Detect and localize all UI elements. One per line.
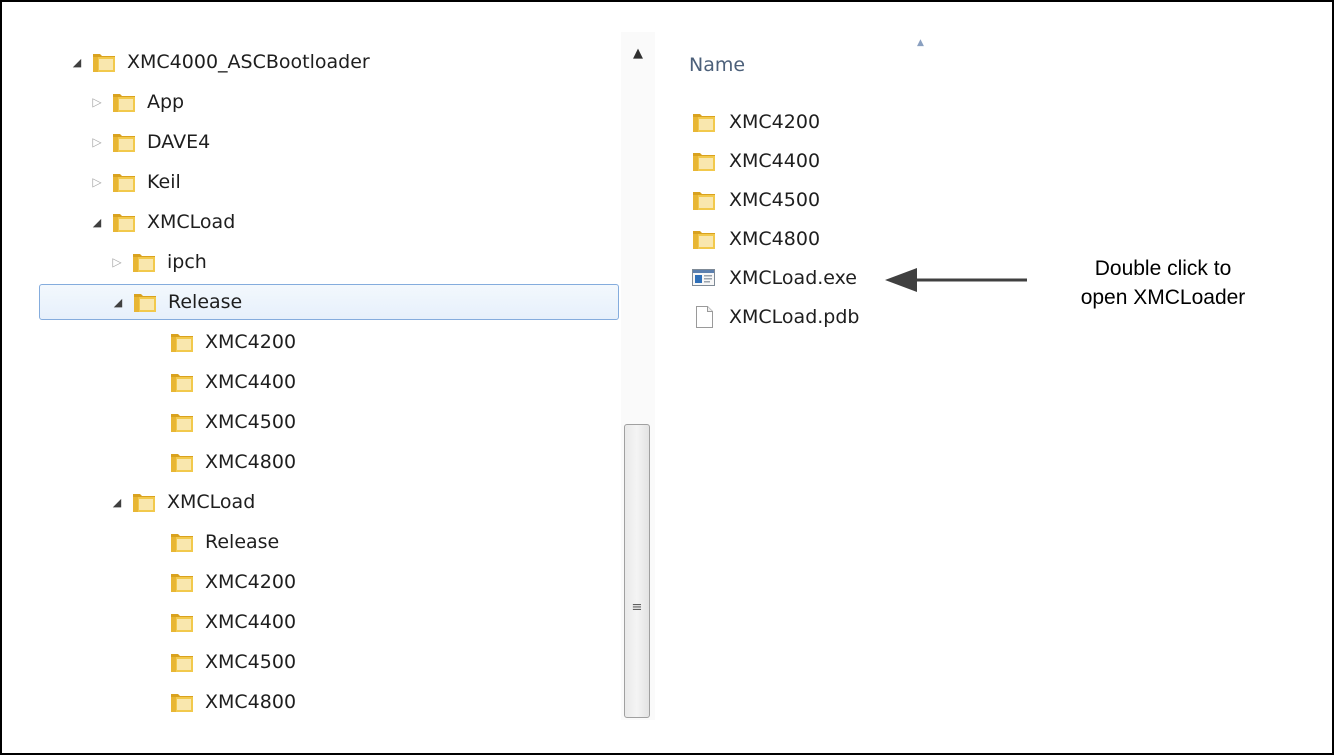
tree-item-label: XMCLoad <box>167 491 256 513</box>
tree-item-label: XMC4400 <box>205 371 297 393</box>
expanded-triangle-icon[interactable]: ◢ <box>111 496 123 509</box>
folder-icon <box>131 490 157 514</box>
tree-item-label: Release <box>205 531 280 553</box>
file-list-item-label: XMCLoad.pdb <box>729 306 860 328</box>
folder-icon <box>169 530 195 554</box>
folder-icon <box>691 227 717 251</box>
tree-item[interactable]: XMC4200 <box>39 564 619 600</box>
file-list-item[interactable]: XMC4500 <box>691 182 820 218</box>
folder-icon <box>691 149 717 173</box>
scrollbar-thumb[interactable]: ≡ <box>624 424 650 718</box>
folder-icon <box>169 330 195 354</box>
file-list-item[interactable]: XMC4200 <box>691 104 820 140</box>
navigation-scrollbar[interactable]: ▲ ≡ <box>621 32 655 720</box>
tree-item[interactable]: XMC4400 <box>39 604 619 640</box>
tree-item-label: XMC4500 <box>205 651 297 673</box>
file-list-item-label: XMC4800 <box>729 228 821 250</box>
tree-item[interactable]: XMC4800 <box>39 684 619 720</box>
annotation-callout: Double click to open XMCLoader <box>1035 254 1291 312</box>
folder-icon <box>111 170 137 194</box>
tree-item[interactable]: ▷ Keil <box>39 164 619 200</box>
tree-item[interactable]: ◢ Release <box>39 284 619 320</box>
tree-item-label: Keil <box>147 171 181 193</box>
tree-item-label: Release <box>168 291 243 313</box>
folder-icon <box>169 690 195 714</box>
tree-item-label: ipch <box>167 251 207 273</box>
file-list-item[interactable]: XMC4400 <box>691 143 820 179</box>
tree-item-label: XMC4800 <box>205 691 297 713</box>
tree-item[interactable]: ▷ DAVE4 <box>39 124 619 160</box>
tree-item[interactable]: ◢ XMC4000_ASCBootloader <box>39 44 619 80</box>
tree-item-label: XMC4200 <box>205 571 297 593</box>
folder-icon <box>691 188 717 212</box>
tree-item-label: XMC4200 <box>205 331 297 353</box>
sort-ascending-icon: ▲ <box>917 38 924 48</box>
tree-item-label: App <box>147 91 185 113</box>
folder-icon <box>169 570 195 594</box>
tree-item[interactable]: XMC4400 <box>39 364 619 400</box>
tree-item[interactable]: ◢ XMCLoad <box>39 484 619 520</box>
annotation-line-1: Double click to <box>1094 257 1232 280</box>
tree-item-label: XMC4500 <box>205 411 297 433</box>
scrollbar-grip-icon: ≡ <box>631 600 643 615</box>
tree-item[interactable]: ▷ ipch <box>39 244 619 280</box>
expanded-triangle-icon[interactable]: ◢ <box>71 56 83 69</box>
collapsed-triangle-icon[interactable]: ▷ <box>91 95 103 109</box>
file-list-item-label: XMC4400 <box>729 150 821 172</box>
collapsed-triangle-icon[interactable]: ▷ <box>111 255 123 269</box>
folder-icon <box>169 410 195 434</box>
folder-icon <box>132 290 158 314</box>
tree-item[interactable]: XMC4500 <box>39 644 619 680</box>
folder-icon <box>91 50 117 74</box>
document-icon <box>691 305 717 329</box>
tree-item[interactable]: XMC4200 <box>39 324 619 360</box>
file-list-item[interactable]: XMCLoad.pdb <box>691 299 859 335</box>
scroll-up-arrow-icon[interactable]: ▲ <box>621 44 655 64</box>
navigation-pane: ◢ XMC4000_ASCBootloader ▷ App ▷ DAVE4 ▷ Keil ◢ XM… <box>37 32 621 720</box>
tree-item-label: XMCLoad <box>147 211 236 233</box>
folder-icon <box>131 250 157 274</box>
name-column-header[interactable]: Name <box>689 54 745 76</box>
application-icon <box>691 266 717 290</box>
explorer-window: ◢ XMC4000_ASCBootloader ▷ App ▷ DAVE4 ▷ Keil ◢ XM… <box>37 32 973 720</box>
tree-item[interactable]: XMC4800 <box>39 444 619 480</box>
file-list-item[interactable]: XMC4800 <box>691 221 820 257</box>
folder-icon <box>169 610 195 634</box>
file-list-item-label: XMC4500 <box>729 189 821 211</box>
expanded-triangle-icon[interactable]: ◢ <box>112 296 124 309</box>
folder-icon <box>169 370 195 394</box>
tree-item-label: DAVE4 <box>147 131 211 153</box>
collapsed-triangle-icon[interactable]: ▷ <box>91 135 103 149</box>
file-list-item-label: XMCLoad.exe <box>729 267 857 289</box>
folder-icon <box>169 650 195 674</box>
folder-icon <box>111 90 137 114</box>
tree-item-label: XMC4000_ASCBootloader <box>127 51 370 73</box>
tree-item-label: XMC4800 <box>205 451 297 473</box>
folder-icon <box>111 130 137 154</box>
tree-item[interactable]: ◢ XMCLoad <box>39 204 619 240</box>
file-list-item[interactable]: XMCLoad.exe <box>691 260 857 296</box>
collapsed-triangle-icon[interactable]: ▷ <box>91 175 103 189</box>
folder-icon <box>691 110 717 134</box>
file-list-item-label: XMC4200 <box>729 111 821 133</box>
expanded-triangle-icon[interactable]: ◢ <box>91 216 103 229</box>
tree-item[interactable]: Release <box>39 524 619 560</box>
tree-item-label: XMC4400 <box>205 611 297 633</box>
annotation-line-2: open XMCLoader <box>1080 286 1246 309</box>
file-list-pane: Name ▲ XMC4200 XMC4400 XMC4500 XMC4800 XMCLo… <box>655 32 973 720</box>
tree-item[interactable]: XMC4500 <box>39 404 619 440</box>
folder-icon <box>111 210 137 234</box>
folder-icon <box>169 450 195 474</box>
tree-item[interactable]: ▷ App <box>39 84 619 120</box>
pointer-arrow-icon <box>885 268 1027 292</box>
